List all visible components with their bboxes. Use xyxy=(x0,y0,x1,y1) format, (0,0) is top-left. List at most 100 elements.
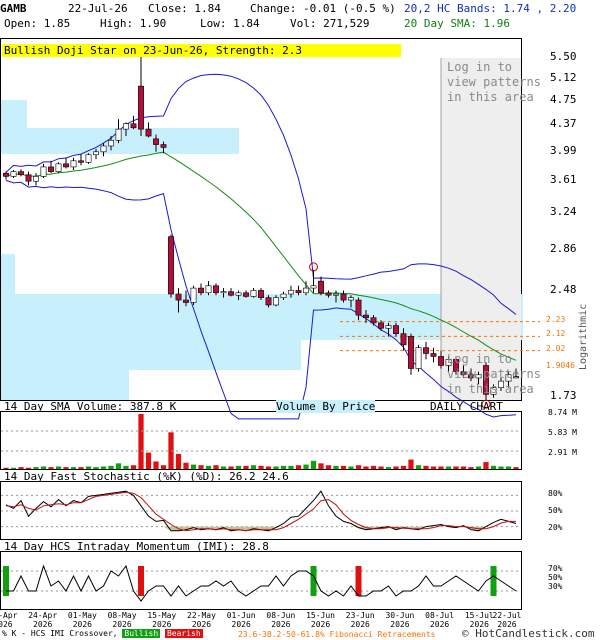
volume-bar xyxy=(400,465,407,469)
date-tick-year: 2026 xyxy=(112,620,132,629)
volume-bar xyxy=(33,467,39,469)
candle-body xyxy=(115,128,122,141)
volume-bar xyxy=(55,466,62,469)
candle-body xyxy=(33,176,39,182)
candle-body xyxy=(310,285,317,289)
volume-bar xyxy=(438,466,444,469)
pattern-banner: Bullish Doji Star on 23-Jun-26, Strength… xyxy=(2,44,401,57)
stoch-tick-20: 20% xyxy=(548,523,563,532)
date-tick: 23-Jun 2026 xyxy=(343,611,377,629)
candle-body xyxy=(48,166,54,172)
login-line-1b: Log in to xyxy=(447,352,513,366)
price-tick: 4.37 xyxy=(550,117,577,131)
imi-line xyxy=(1,564,521,602)
price-tick: 5.12 xyxy=(550,70,577,84)
date-tick: 01-Jun 2026 xyxy=(224,611,258,629)
candle-body xyxy=(228,291,234,296)
candle-body xyxy=(340,293,347,301)
candle-body xyxy=(243,292,249,297)
volume-bar xyxy=(423,465,429,469)
copyright[interactable]: © HotCandlestick.com xyxy=(462,627,594,640)
login-overlay-bottom[interactable]: Log in to view patterns in this area xyxy=(447,352,541,397)
date-tick-day: 15-May xyxy=(147,611,177,620)
date-tick: 08-Jun 2026 xyxy=(264,611,298,629)
candle-body xyxy=(108,139,114,147)
candle-body xyxy=(378,322,384,329)
candle-body xyxy=(325,292,332,296)
candle-body xyxy=(280,293,287,298)
date-tick-year: 2026 xyxy=(152,620,172,629)
volume-bar xyxy=(220,466,227,469)
candle-body xyxy=(190,287,197,303)
candle-body xyxy=(220,291,227,294)
volume-bar xyxy=(273,466,279,469)
volume-bar xyxy=(108,465,114,469)
volume-bar xyxy=(295,465,302,469)
volume-bar xyxy=(370,465,377,469)
volume-bar xyxy=(213,465,219,469)
candle-body xyxy=(153,138,159,145)
volume-tick-1: 8.74 M xyxy=(548,408,577,417)
candle-body xyxy=(258,290,264,298)
bullish-legend: Bullish xyxy=(122,629,161,638)
date-tick: 24-Apr 2026 xyxy=(26,611,60,629)
candle-body xyxy=(385,325,392,329)
volume-bar xyxy=(430,466,437,469)
candle-body xyxy=(168,236,174,295)
login-shade-rect xyxy=(441,58,521,400)
vbp-bar xyxy=(1,370,129,400)
date-tick-day: 22-Jul xyxy=(492,611,522,620)
candle-body xyxy=(85,154,92,163)
date-tick: 22-May 2026 xyxy=(184,611,218,629)
imi-signal-bar xyxy=(355,566,362,596)
volume-bar xyxy=(498,466,504,469)
imi-signal-bar xyxy=(490,566,497,596)
volume-bar xyxy=(160,465,167,469)
candle-body xyxy=(348,297,354,301)
price-tick: 1.9046 xyxy=(546,360,575,370)
volume-bar xyxy=(490,465,497,469)
date-tick-day: 08-Jul xyxy=(425,611,455,620)
candle-body xyxy=(408,336,414,369)
candle-body xyxy=(235,292,242,296)
volume-bar xyxy=(340,465,347,469)
candle-body xyxy=(400,333,407,346)
date-tick-year: 2026 xyxy=(33,620,53,629)
log-scale-label: Logarithmic xyxy=(578,303,589,370)
candle-body xyxy=(93,151,99,156)
pattern-marker xyxy=(309,262,318,272)
price-tick: 1.73 xyxy=(550,389,577,402)
volume-bar xyxy=(303,464,309,469)
vbp-bar xyxy=(1,340,301,370)
candle-body xyxy=(273,297,279,306)
candle-body xyxy=(160,144,167,148)
volume-tick-2: 5.83 M xyxy=(548,428,577,437)
date-tick: 15-Jun 2026 xyxy=(304,611,338,629)
volume-bar xyxy=(460,466,467,469)
volume-bar xyxy=(3,467,9,469)
price-tick: 2.86 xyxy=(550,241,577,255)
price-tick: 2.12 xyxy=(546,329,566,339)
candle-body xyxy=(138,85,144,130)
volume-bar xyxy=(243,465,249,469)
vbp-label: Volume By Price xyxy=(276,400,376,413)
price-tick: 2.23 xyxy=(546,314,566,324)
volume-bar xyxy=(378,466,384,469)
volume-bar xyxy=(63,467,69,469)
date-tick-day: 15-Jun xyxy=(306,611,335,620)
volume-bar xyxy=(513,467,519,469)
date-tick-year: 2026 xyxy=(350,620,370,629)
login-overlay-top[interactable]: Log in to view patterns in this area xyxy=(447,60,541,105)
volume-bar xyxy=(18,467,24,469)
login-line-3: in this area xyxy=(447,90,534,104)
volume-bar xyxy=(250,465,257,469)
candle-body xyxy=(175,293,182,301)
footer-legend: % K - HCS IMI Crossover, Bullish Bearish xyxy=(2,629,203,638)
date-tick: 01-May 2026 xyxy=(65,611,99,629)
candle-body xyxy=(430,353,437,357)
imi-tick-70: 70% xyxy=(548,564,563,573)
stoch-tick-50: 50% xyxy=(548,506,563,515)
volume-bar xyxy=(385,467,392,469)
price-tick: 5.50 xyxy=(550,50,577,63)
date-tick-year: 2026 xyxy=(390,620,410,629)
